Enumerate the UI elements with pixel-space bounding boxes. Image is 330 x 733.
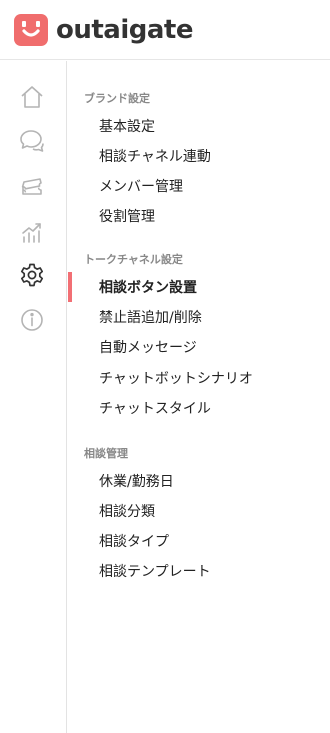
settings-nav: ブランド設定 基本設定 相談チャネル連動 メンバー管理 役割管理 トークチャネル… bbox=[68, 61, 330, 733]
icon-rail bbox=[0, 61, 67, 733]
nav-item-holidays-workdays[interactable]: 休業/勤務日 bbox=[68, 466, 330, 496]
nav-item-basic-settings[interactable]: 基本設定 bbox=[68, 111, 330, 141]
nav-item-chat-style[interactable]: チャットスタイル bbox=[68, 393, 330, 423]
nav-item-member-management[interactable]: メンバー管理 bbox=[68, 171, 330, 201]
chat-bubbles-icon[interactable] bbox=[17, 126, 47, 156]
nav-item-role-management[interactable]: 役割管理 bbox=[68, 201, 330, 231]
nav-item-chatbot-scenario[interactable]: チャットボットシナリオ bbox=[68, 363, 330, 393]
nav-item-channel-integration[interactable]: 相談チャネル連動 bbox=[68, 141, 330, 171]
app-header: outaigate bbox=[0, 0, 330, 60]
nav-item-consult-templates[interactable]: 相談テンプレート bbox=[68, 556, 330, 586]
gear-icon[interactable] bbox=[17, 260, 47, 290]
nav-item-consult-types[interactable]: 相談タイプ bbox=[68, 526, 330, 556]
active-indicator bbox=[68, 272, 72, 302]
nav-item-consult-categories[interactable]: 相談分類 bbox=[68, 496, 330, 526]
nav-item-banned-words[interactable]: 禁止語追加/削除 bbox=[68, 302, 330, 332]
brand-logo-icon bbox=[14, 13, 48, 46]
section-title-talk-channel-settings: トークチャネル設定 bbox=[84, 253, 183, 266]
nav-item-label: 相談ボタン設置 bbox=[99, 280, 197, 296]
info-icon[interactable] bbox=[17, 305, 47, 335]
brand-name: outaigate bbox=[56, 14, 193, 45]
section-title-brand-settings: ブランド設定 bbox=[84, 92, 150, 105]
tickets-icon[interactable] bbox=[17, 171, 47, 201]
nav-item-consult-button-setup[interactable]: 相談ボタン設置 bbox=[68, 272, 330, 302]
nav-item-auto-message[interactable]: 自動メッセージ bbox=[68, 332, 330, 362]
section-title-consultation-management: 相談管理 bbox=[84, 447, 128, 460]
analytics-icon[interactable] bbox=[17, 217, 47, 247]
app-window: outaigate ブランド設定 基本設定 相談チャネル連動 メンバー管理 役割… bbox=[0, 0, 330, 733]
home-icon[interactable] bbox=[17, 82, 47, 112]
